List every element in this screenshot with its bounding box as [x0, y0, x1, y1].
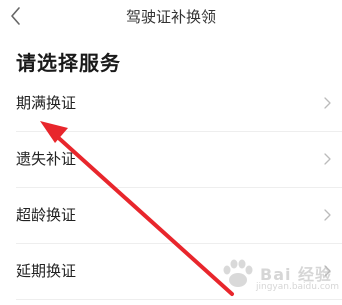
service-item-extension-renewal[interactable]: 延期换证 [0, 244, 342, 300]
navigation-bar: 驾驶证补换领 [0, 0, 342, 34]
page-title: 驾驶证补换领 [125, 8, 216, 26]
service-item-age-renewal[interactable]: 超龄换证 [0, 188, 342, 244]
chevron-right-icon [324, 153, 331, 165]
service-item-label: 期满换证 [16, 94, 77, 112]
chevron-right-icon [324, 97, 331, 109]
service-item-expiry-renewal[interactable]: 期满换证 [0, 76, 342, 132]
service-list: 期满换证 遗失补证 超龄换证 延期换证 [0, 76, 342, 300]
service-item-label: 延期换证 [16, 262, 77, 280]
chevron-right-icon [324, 265, 331, 277]
section-title: 请选择服务 [16, 51, 121, 75]
chevron-right-icon [324, 209, 331, 221]
service-item-label: 遗失补证 [16, 150, 77, 168]
service-item-lost-replacement[interactable]: 遗失补证 [0, 132, 342, 188]
divider [16, 299, 342, 300]
service-item-label: 超龄换证 [16, 206, 77, 224]
